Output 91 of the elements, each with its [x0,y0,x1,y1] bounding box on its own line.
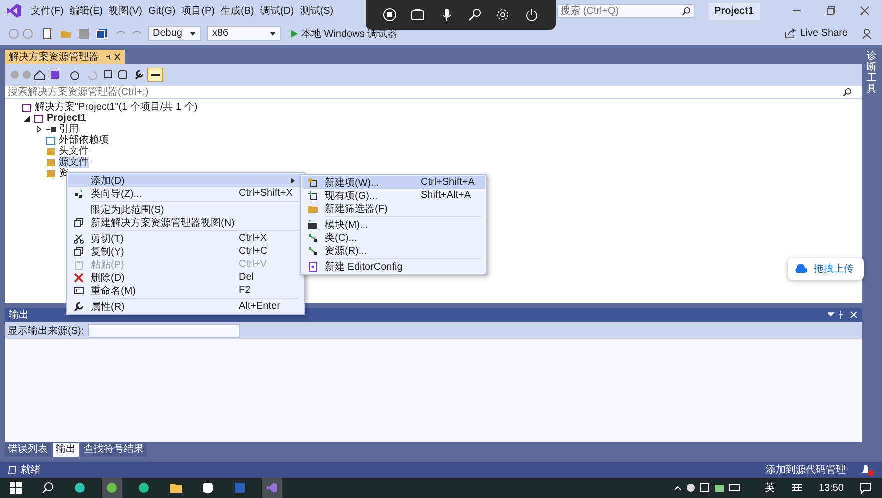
project-name-badge: Project1 [708,2,760,20]
cloud-icon [794,264,808,274]
menu-item[interactable]: 属性(R) Alt+Enter [68,300,303,313]
config-file-icon [308,262,318,272]
visual-studio-logo-icon [6,3,22,19]
menu-item[interactable]: 新建 EditorConfig [302,260,485,273]
search-icon[interactable] [682,6,691,16]
configuration-dropdown[interactable]: Debug [148,26,202,41]
input-method-indicator[interactable]: 英 [764,481,775,495]
caret-icon [190,32,196,36]
rename-icon [74,286,84,296]
solution-icon [22,102,32,112]
live-share-button[interactable]: Live Share [785,28,848,39]
folder-icon [308,204,318,214]
source-control-button[interactable]: 添加到源代码管理 [766,463,846,477]
menu-item[interactable]: 限定为此范围(S) [68,203,303,216]
upload-button[interactable]: 拖拽上传 [788,258,864,280]
menu-item[interactable]: 资源(R)... [302,244,485,257]
panel-tab[interactable]: 解决方案资源管理器 [5,50,125,64]
status-icon [8,466,17,474]
blocks-icon [74,188,84,198]
tree-item[interactable]: 源文件 [59,157,89,168]
menu-item[interactable]: 现有项(G)... Shift+Alt+A [302,189,485,202]
power-icon[interactable] [524,8,539,22]
menu-item[interactable]: 视图(V) [106,4,146,18]
save-all-icon[interactable] [96,28,108,40]
panel-controls-icon[interactable] [828,311,858,319]
menu-item[interactable]: 复制(Y) Ctrl+C [68,245,303,258]
dependencies-icon [46,136,56,146]
add-file-icon [308,190,318,200]
collapsed-arrow-icon[interactable] [36,126,42,133]
search-icon[interactable] [843,88,852,97]
menu-item[interactable]: 生成(B) [218,4,258,18]
scissors-icon [74,234,84,244]
tree-item[interactable]: 引用 [59,124,79,135]
menu-item[interactable]: 编辑(E) [66,4,106,18]
output-source-label: 显示输出来源(S): [8,324,84,338]
panel-tab[interactable]: 错误列表 [5,443,51,457]
notification-icon[interactable] [860,464,874,476]
camera-icon[interactable] [411,8,426,22]
cross-icon [74,272,84,282]
menu-item[interactable]: 文件(F) [28,4,67,18]
menu-item[interactable]: 删除(D) Del [68,271,303,284]
side-panel-tab[interactable]: 诊断工具 [867,51,877,462]
microphone-icon[interactable] [440,8,454,22]
tree-item[interactable]: 解决方案"Project1"(1 个项目/共 1 个) [35,102,198,113]
tree-item[interactable]: Project1 [47,113,86,124]
module-icon [308,220,318,230]
caret-icon [270,32,276,36]
browser-icon[interactable] [102,478,122,498]
panel-tab[interactable]: 查找符号结果 [81,443,147,457]
clock[interactable]: 13:50 [818,482,844,494]
person-icon[interactable] [862,28,874,40]
menu-item[interactable]: 新建解决方案资源管理器视图(N) [68,216,303,229]
new-project-icon[interactable] [42,28,54,40]
record-icon[interactable] [383,8,398,22]
panel-tab[interactable]: 输出 [53,443,79,457]
references-icon [46,124,56,134]
menu-item[interactable]: 类(C)... [302,231,485,244]
status-text: 就绪 [21,464,41,477]
menu-item[interactable]: 剪切(T) Ctrl+X [68,232,303,245]
class-icon [308,246,318,256]
tree-item[interactable]: 头文件 [59,146,89,157]
expanded-arrow-icon[interactable] [24,116,30,122]
menu-item[interactable]: 添加(D) [68,174,303,187]
menu-item[interactable]: 调试(D) [257,4,298,18]
explorer-search-field[interactable]: 搜索解决方案资源管理器(Ctrl+;) [5,86,862,99]
restore-icon[interactable] [826,6,836,16]
windows-icon [74,218,84,228]
output-title: 输出 [9,308,29,322]
menu-item[interactable]: 测试(S) [297,4,337,18]
new-file-icon [308,178,318,188]
search-field[interactable]: 搜索 (Ctrl+Q) [556,4,695,18]
settings-icon[interactable] [496,8,510,22]
play-icon [290,30,298,38]
project-icon [34,114,44,124]
menu-item[interactable]: 模块(M)... [302,218,485,231]
class-icon [308,232,318,242]
menu-item[interactable]: 新建筛选器(F) [302,202,485,215]
share-icon [785,28,796,39]
pin-close-icon[interactable] [105,53,121,61]
tree-item[interactable]: 外部依赖项 [59,135,109,146]
copy-icon [74,246,84,256]
clipboard-icon [74,260,84,270]
platform-dropdown[interactable]: x86 [207,26,282,41]
menu-item[interactable]: Git(G) [145,6,179,16]
menu-item[interactable]: 类向导(Z)... Ctrl+Shift+X [68,187,303,200]
menu-item[interactable]: 新建项(W)... Ctrl+Shift+A [302,176,485,189]
menu-item[interactable]: 重命名(M) F2 [68,284,303,297]
menu-item[interactable]: 项目(P) [178,4,218,18]
close-icon[interactable] [860,6,870,16]
